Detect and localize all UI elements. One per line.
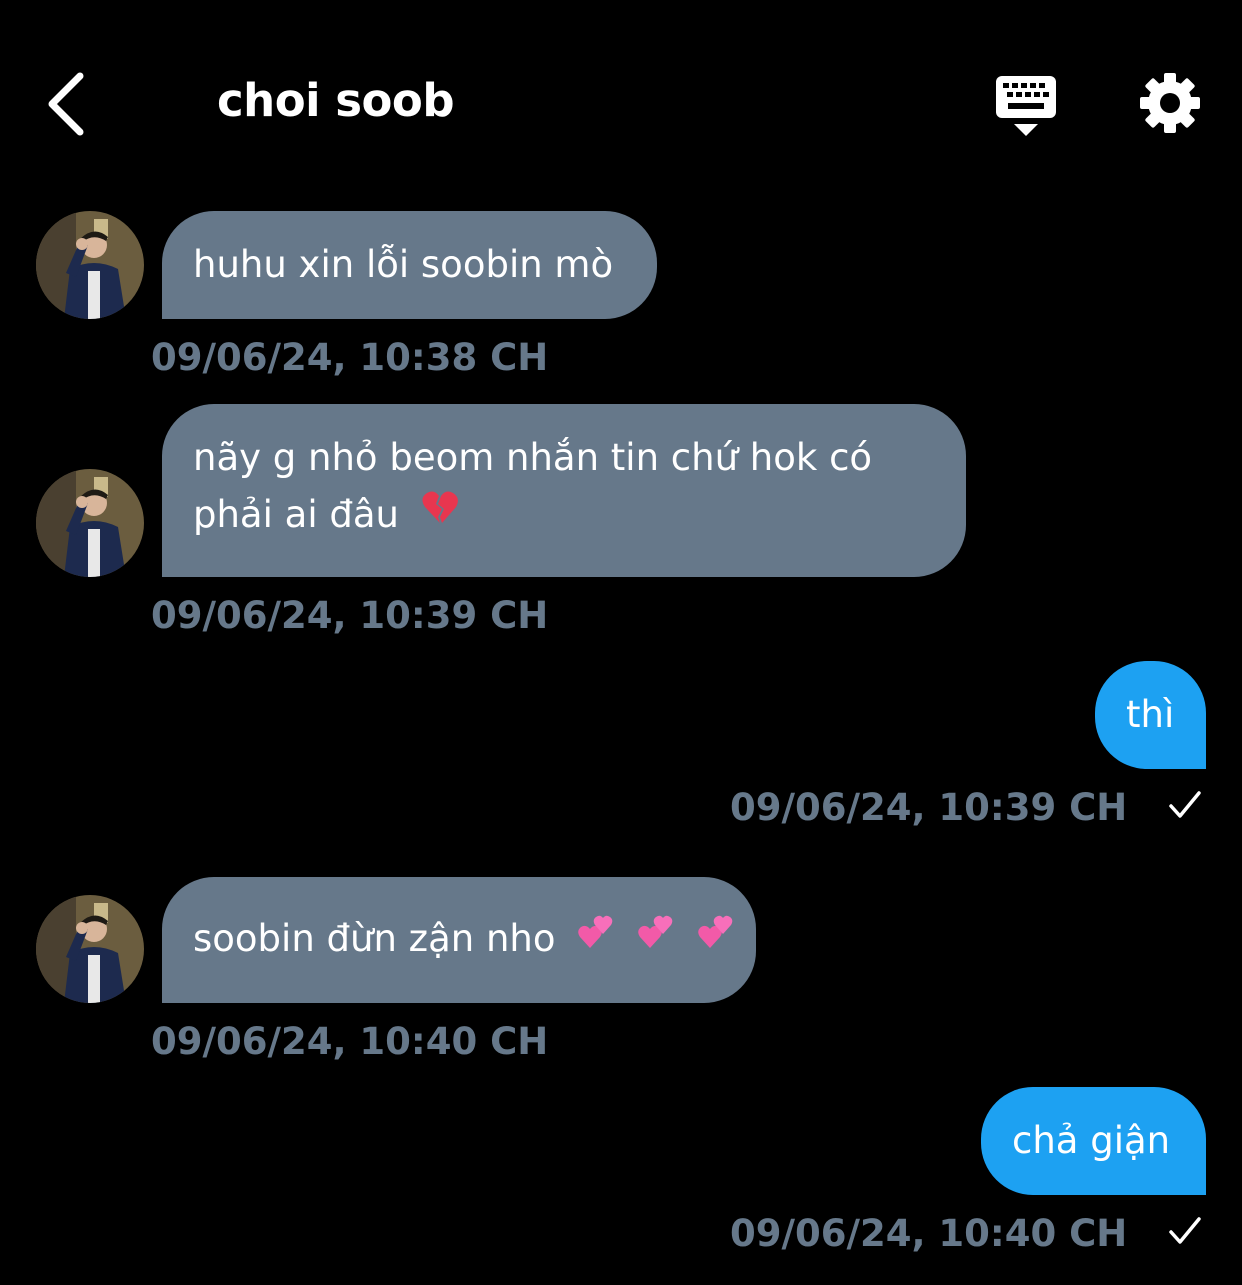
- message-text: huhu xin lỗi soobin mò: [193, 243, 614, 286]
- avatar-photo: [36, 895, 144, 1003]
- broken-heart-icon: [421, 485, 459, 542]
- two-hearts-icon: [577, 909, 615, 966]
- keyboard-button[interactable]: [992, 72, 1060, 138]
- avatar[interactable]: [36, 211, 144, 319]
- message-timestamp: 09/06/24, 10:39 CH: [730, 786, 1128, 829]
- avatar-photo: [36, 211, 144, 319]
- avatar[interactable]: [36, 469, 144, 577]
- conversation-header: choi soob: [0, 0, 1242, 200]
- message-text-line: nãy g nhỏ beom nhắn tin chứ hok có: [193, 436, 873, 479]
- message-bubble[interactable]: soobin đừn zận nho: [162, 877, 756, 1003]
- message-timestamp: 09/06/24, 10:40 CH: [151, 1020, 549, 1063]
- keyboard-icon: [996, 76, 1056, 136]
- message-bubble[interactable]: huhu xin lỗi soobin mò: [162, 211, 657, 319]
- message-text-line: phải ai đâu: [193, 486, 935, 545]
- message-bubble[interactable]: chả giận: [981, 1087, 1206, 1195]
- message-timestamp: 09/06/24, 10:40 CH: [730, 1212, 1128, 1255]
- message-bubble[interactable]: thì: [1095, 661, 1206, 769]
- message-bubble[interactable]: nãy g nhỏ beom nhắn tin chứ hok có phải …: [162, 404, 966, 577]
- avatar-photo: [36, 469, 144, 577]
- conversation-title: choi soob: [217, 74, 455, 127]
- avatar[interactable]: [36, 895, 144, 1003]
- message-text: phải ai đâu: [193, 493, 399, 536]
- message-text: soobin đừn zận nho: [193, 917, 556, 960]
- two-hearts-icon: [637, 909, 675, 966]
- two-hearts-icon: [697, 909, 735, 966]
- gear-icon: [1140, 73, 1200, 133]
- message-timestamp: 09/06/24, 10:39 CH: [151, 594, 549, 637]
- check-icon: [1169, 1217, 1201, 1244]
- chevron-left-icon: [48, 72, 84, 136]
- settings-button[interactable]: [1137, 70, 1203, 136]
- back-button[interactable]: [40, 68, 100, 138]
- message-text: chả giận: [1012, 1119, 1171, 1162]
- message-timestamp: 09/06/24, 10:38 CH: [151, 336, 549, 379]
- check-icon: [1169, 791, 1201, 818]
- message-text: thì: [1126, 693, 1175, 736]
